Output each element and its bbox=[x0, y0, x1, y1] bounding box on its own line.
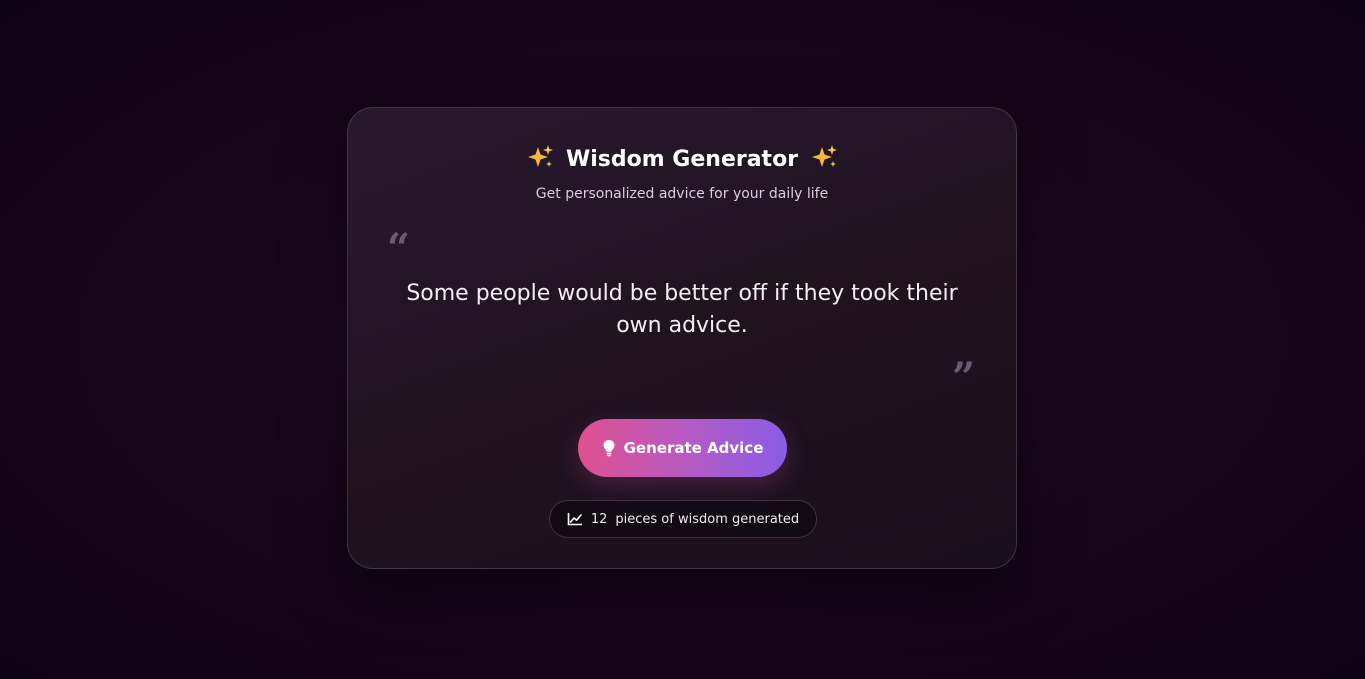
close-quote-icon: ” bbox=[952, 354, 976, 401]
lightbulb-icon bbox=[603, 440, 615, 457]
advice-card: Wisdom Generator Get personalized advice… bbox=[347, 107, 1017, 569]
wisdom-counter: 12 pieces of wisdom generated bbox=[549, 500, 817, 538]
title-text: Wisdom Generator bbox=[565, 147, 799, 172]
card-title: Wisdom Generator bbox=[348, 144, 1016, 174]
generate-advice-label: Generate Advice bbox=[623, 439, 764, 457]
card-subtitle: Get personalized advice for your daily l… bbox=[535, 186, 829, 202]
sparkles-icon bbox=[811, 145, 837, 167]
chart-line-icon bbox=[567, 513, 582, 526]
advice-text: Some people would be better off if they … bbox=[406, 281, 958, 338]
sparkles-icon bbox=[528, 145, 554, 167]
wisdom-count-label: pieces of wisdom generated bbox=[615, 511, 800, 527]
wisdom-count: 12 bbox=[590, 511, 608, 527]
generate-advice-button[interactable]: Generate Advice bbox=[578, 419, 787, 477]
open-quote-icon: “ bbox=[387, 225, 411, 272]
